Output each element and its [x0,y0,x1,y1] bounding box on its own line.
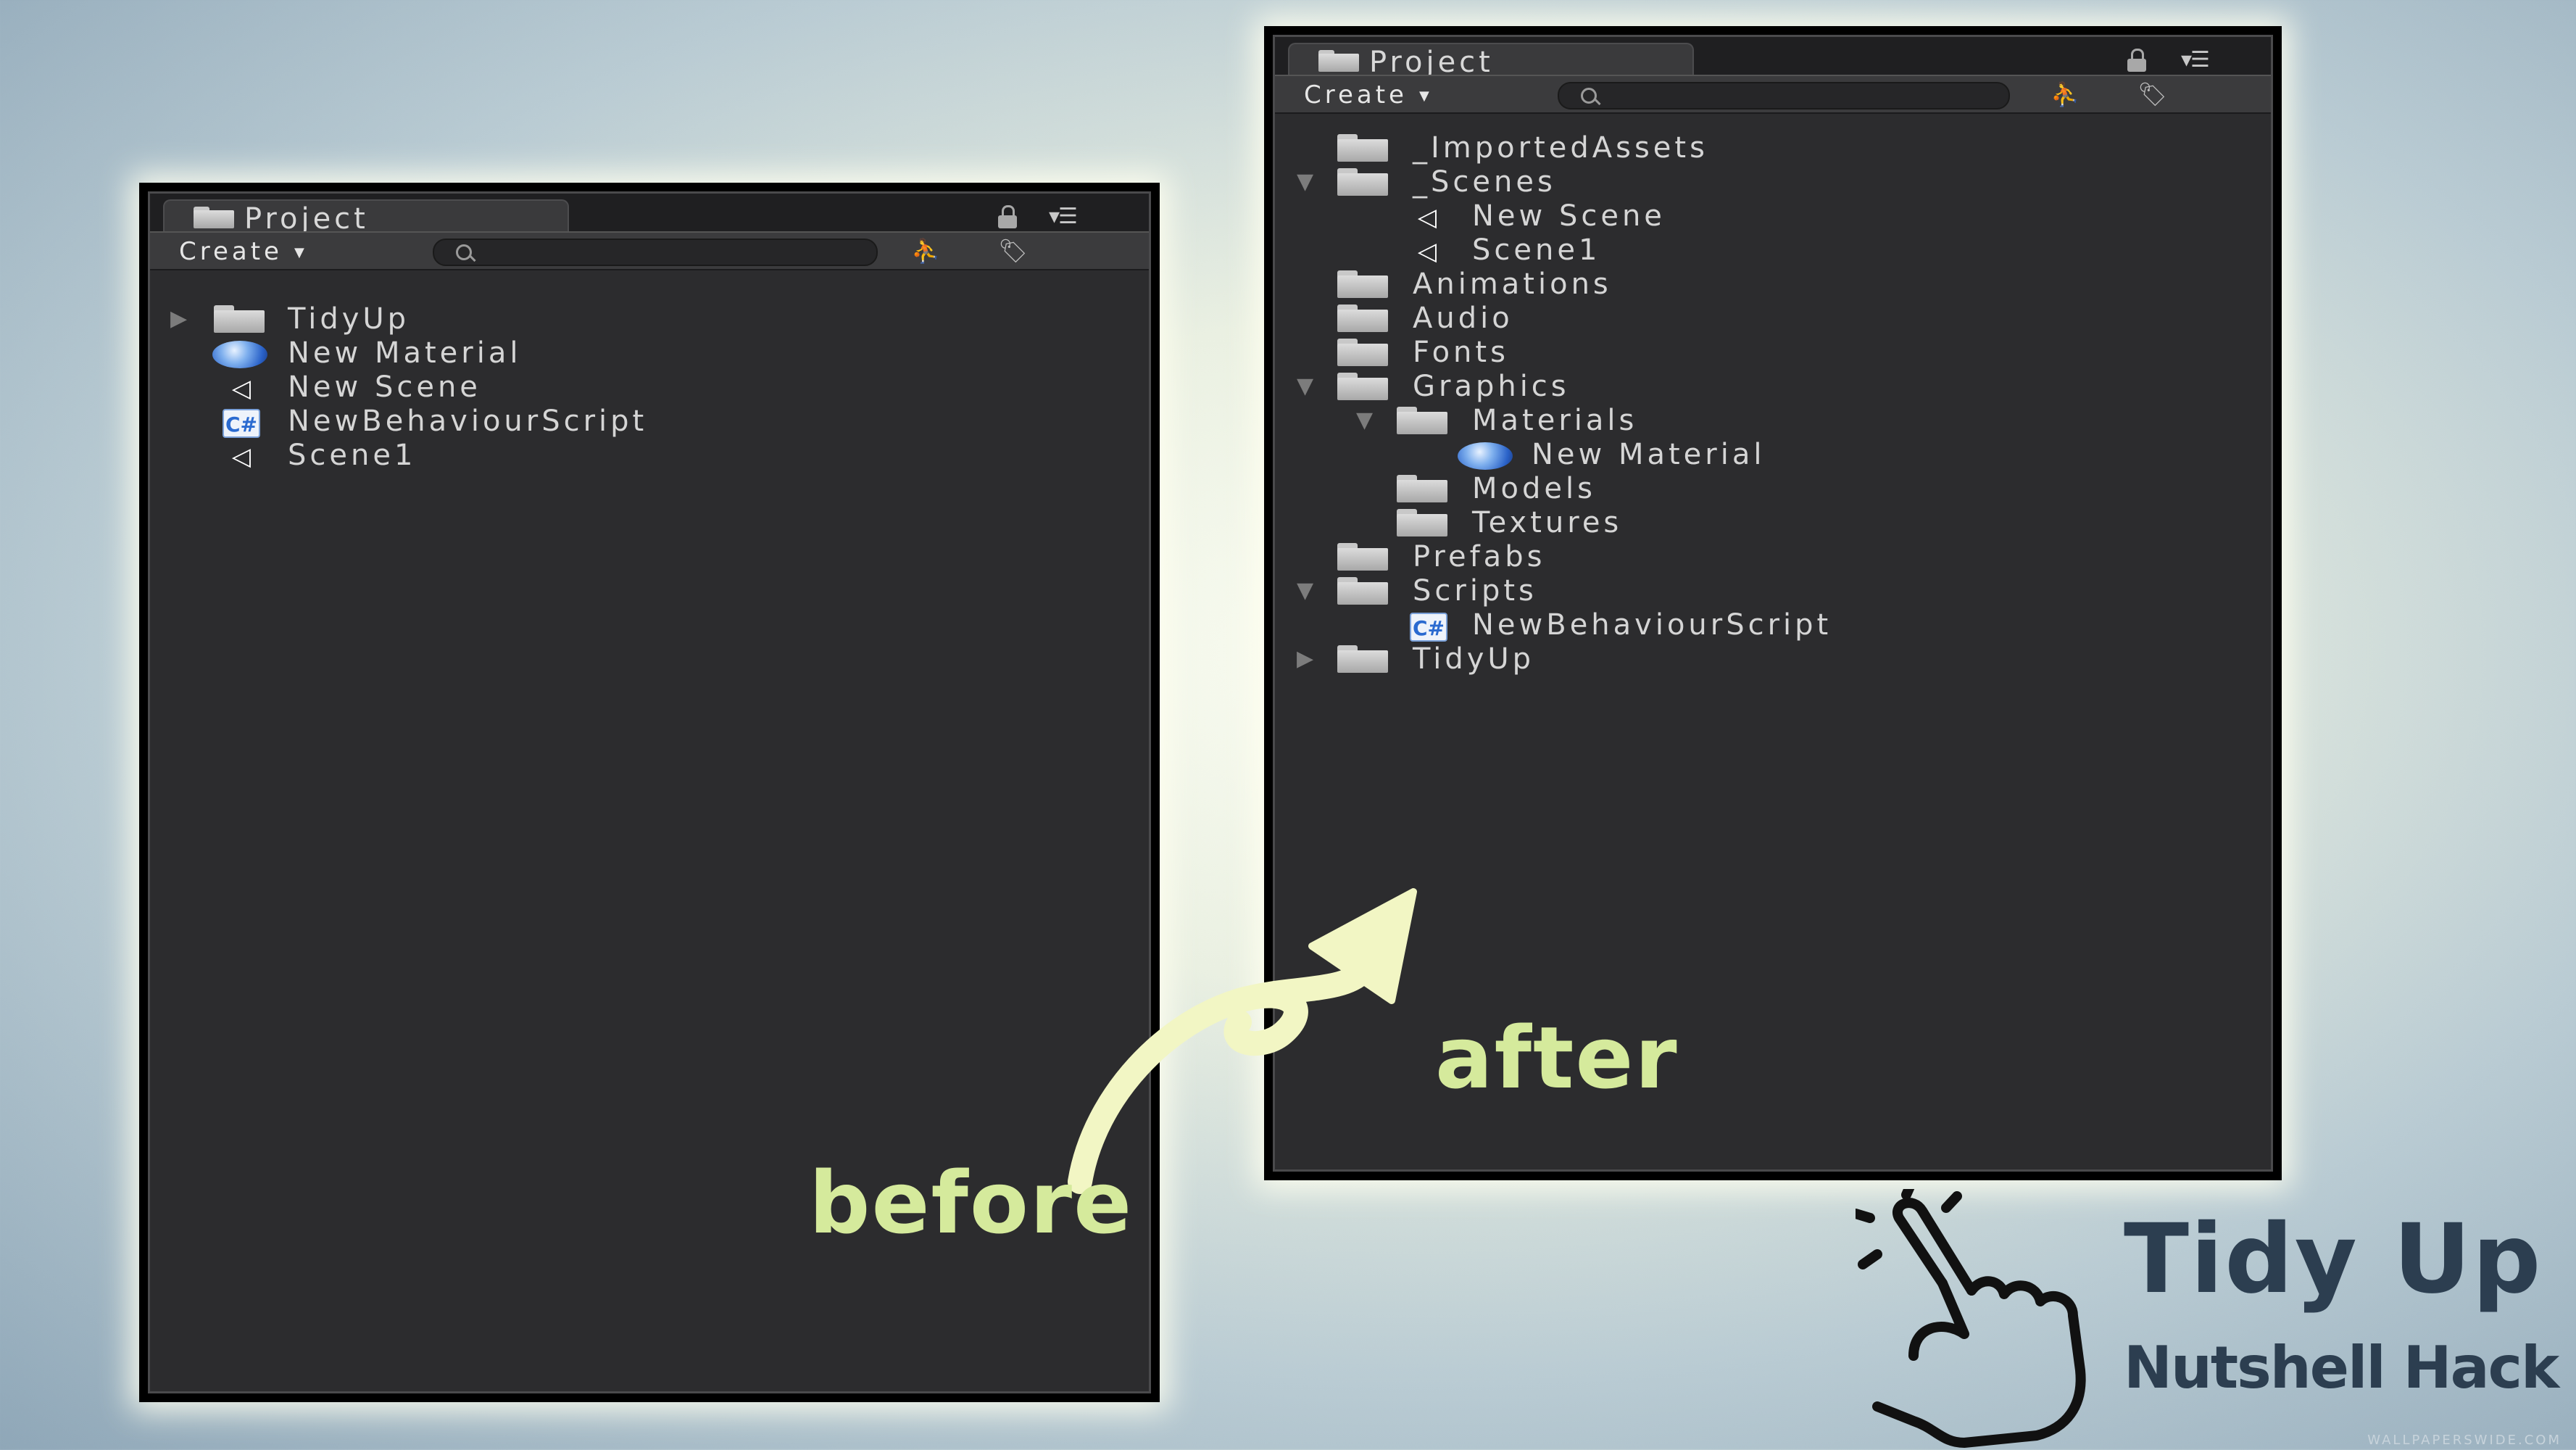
unity-scene-icon: ◁ [231,442,252,471]
item-label: Graphics [1413,370,1570,403]
after-search-input[interactable] [1558,82,2010,109]
after-tab-bar: Project ▾☰ [1275,37,2271,79]
item-label: _Scenes [1413,165,1556,199]
item-label: New Scene [1472,199,1666,233]
item-label: NewBehaviourScript [288,405,648,438]
folder-icon [1337,168,1388,196]
before-create-button[interactable]: Create ▼ [179,237,308,266]
chevron-down-icon: ▼ [1418,88,1433,104]
folder-icon [1337,304,1388,332]
filter-by-label-icon[interactable]: 🏷 [2137,80,2167,108]
folder-icon [214,305,265,333]
before-tab-bar: Project ▾☰ [150,194,1149,236]
item-label: Textures [1472,506,1623,539]
item-label: _ImportedAssets [1413,131,1708,165]
folder-icon [1397,475,1447,502]
folder-icon [1337,373,1388,400]
create-label: Create [1304,80,1408,109]
search-icon [1581,88,1597,104]
before-caption: before [809,1153,1134,1253]
after-project-tab[interactable]: Project [1288,43,1694,79]
before-toolbar: Create ▼ ⛹ 🏷 [150,231,1149,270]
item-label: New Scene [288,370,481,404]
after-caption: after [1435,1008,1679,1108]
item-label: Models [1472,472,1596,505]
item-label: Prefabs [1413,540,1546,573]
brand-title: Tidy Up [2124,1204,2543,1315]
item-label: TidyUp [1413,642,1535,676]
chevron-down-icon: ▼ [294,245,308,260]
expand-arrow-down-icon[interactable]: ▼ [1297,165,1313,199]
watermark: WALLPAPERSWIDE.COM [2367,1433,2562,1448]
item-label: NewBehaviourScript [1472,608,1832,642]
folder-icon [1337,543,1388,571]
filter-by-type-icon[interactable]: ⛹ [911,237,940,265]
folder-icon [1337,645,1388,673]
create-label: Create [179,237,283,266]
before-project-tab[interactable]: Project [163,199,569,236]
item-label: New Material [1532,438,1766,471]
folder-icon [1337,134,1388,162]
folder-icon [1337,270,1388,298]
expand-arrow-right-icon[interactable]: ▶ [170,302,187,336]
csharp-script-icon: C# [1410,613,1447,642]
panel-menu-icon[interactable]: ▾☰ [1049,204,1078,229]
item-label: Scene1 [288,439,417,472]
expand-arrow-down-icon[interactable]: ▼ [1297,370,1313,403]
material-sphere-icon [212,341,267,368]
item-label: New Material [288,336,522,370]
unity-scene-icon: ◁ [231,374,252,403]
tap-hand-icon [1856,1189,2086,1448]
unity-scene-icon: ◁ [1417,237,1437,266]
before-search-input[interactable] [433,239,878,266]
folder-icon [1337,339,1388,366]
csharp-script-icon: C# [223,409,260,438]
brand-subtitle: Nutshell Hack [2124,1334,2559,1401]
material-sphere-icon [1458,442,1513,470]
item-label: Animations [1413,268,1612,301]
folder-icon [1397,509,1447,536]
panel-menu-icon[interactable]: ▾☰ [2181,47,2210,72]
after-create-button[interactable]: Create ▼ [1304,80,1433,109]
folder-icon [1397,407,1447,434]
after-toolbar: Create ▼ ⛹ 🏷 [1275,75,2271,114]
folder-icon [1318,50,1359,72]
lock-icon[interactable] [998,205,1017,228]
filter-by-label-icon[interactable]: 🏷 [998,237,1028,265]
item-label: TidyUp [288,302,410,336]
unity-scene-icon: ◁ [1417,203,1437,232]
expand-arrow-right-icon[interactable]: ▶ [1297,642,1313,676]
lock-icon[interactable] [2127,49,2146,72]
expand-arrow-down-icon[interactable]: ▼ [1297,574,1313,608]
filter-by-type-icon[interactable]: ⛹ [2051,80,2080,108]
item-label: Materials [1472,404,1638,437]
item-label: Scene1 [1472,233,1601,267]
item-label: Scripts [1413,574,1537,608]
item-label: Fonts [1413,336,1509,369]
folder-icon [194,207,234,228]
search-icon [456,244,472,260]
folder-icon [1337,577,1388,605]
expand-arrow-down-icon[interactable]: ▼ [1356,404,1373,437]
item-label: Audio [1413,302,1513,335]
